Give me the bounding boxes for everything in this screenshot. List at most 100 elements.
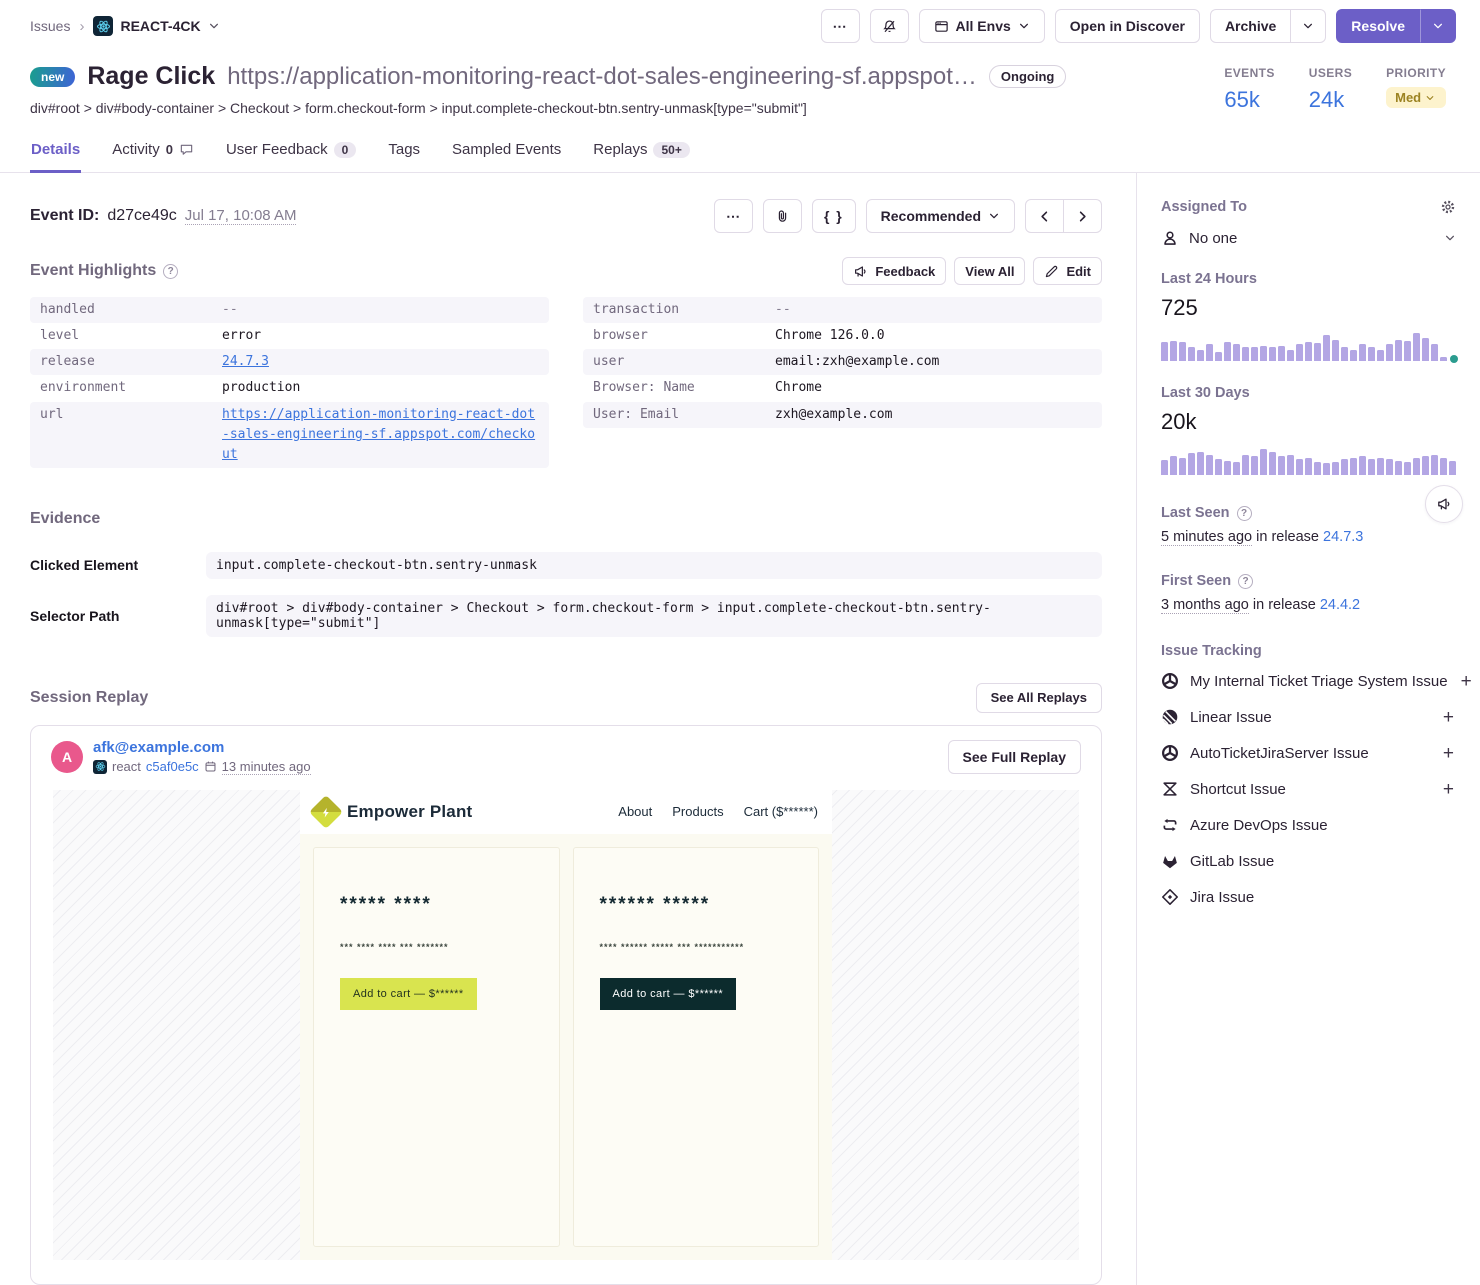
- chart-bar: [1350, 458, 1357, 475]
- open-in-discover-button[interactable]: Open in Discover: [1055, 9, 1200, 43]
- tracker-icon: [1161, 780, 1179, 798]
- chart-bar: [1161, 460, 1168, 475]
- add-to-cart-button: Add to cart — $******: [600, 978, 737, 1010]
- see-all-replays-button[interactable]: See All Replays: [976, 683, 1102, 713]
- chart-bar: [1404, 462, 1411, 475]
- tab-item[interactable]: Activity 0: [111, 132, 195, 173]
- issue-tracking-item[interactable]: Shortcut Issue +: [1161, 771, 1456, 807]
- event-sort-dropdown[interactable]: Recommended: [866, 199, 1015, 233]
- issue-tracking-item[interactable]: Jira Issue: [1161, 879, 1456, 915]
- event-attachments-button[interactable]: [763, 199, 802, 233]
- chart-bar: [1251, 456, 1258, 475]
- table-row: level error: [30, 323, 549, 349]
- event-json-button[interactable]: { }: [812, 199, 856, 233]
- window-icon: [934, 19, 949, 34]
- edit-highlights-button[interactable]: Edit: [1033, 257, 1102, 285]
- product-description: *** **** **** *** *******: [340, 942, 533, 952]
- assignee-value: No one: [1189, 230, 1434, 247]
- environment-filter-label: All Envs: [956, 18, 1011, 34]
- table-row: transaction --: [583, 297, 1102, 323]
- chart-bar: [1269, 347, 1276, 361]
- assignee-selector[interactable]: No one: [1161, 229, 1456, 247]
- help-icon[interactable]: ?: [163, 264, 178, 279]
- tracker-label: Jira Issue: [1190, 889, 1456, 906]
- chart-bar: [1197, 452, 1204, 475]
- event-timestamp[interactable]: Jul 17, 10:08 AM: [185, 207, 297, 225]
- archive-button[interactable]: Archive: [1210, 9, 1291, 43]
- first-seen-release-link[interactable]: 24.4.2: [1320, 597, 1360, 613]
- row-value: Chrome: [775, 378, 1092, 398]
- previous-event-button[interactable]: [1025, 199, 1064, 233]
- help-icon[interactable]: ?: [1238, 574, 1253, 589]
- stat-block: EVENTS 65k: [1224, 66, 1274, 116]
- chevron-down-icon: [1432, 20, 1444, 32]
- issue-tracking-item[interactable]: Azure DevOps Issue: [1161, 807, 1456, 843]
- evidence-row: Clicked Element input.complete-checkout-…: [30, 552, 1102, 579]
- person-icon: [1161, 229, 1179, 247]
- issue-tracking-item[interactable]: My Internal Ticket Triage System Issue +: [1161, 663, 1456, 699]
- add-issue-button[interactable]: +: [1441, 744, 1456, 763]
- project-name: REACT-4CK: [120, 18, 200, 34]
- environment-filter-button[interactable]: All Envs: [919, 9, 1045, 43]
- add-issue-button[interactable]: +: [1441, 708, 1456, 727]
- chart-bar: [1170, 341, 1177, 361]
- project-selector[interactable]: REACT-4CK: [93, 16, 219, 36]
- mute-button[interactable]: [870, 9, 909, 43]
- archive-dropdown-button[interactable]: [1291, 9, 1326, 43]
- tab-item[interactable]: User Feedback 0: [225, 132, 357, 173]
- breadcrumb-issues-link[interactable]: Issues: [30, 18, 70, 34]
- stat-value[interactable]: 65k: [1224, 87, 1274, 113]
- chart-bar: [1386, 459, 1393, 475]
- issue-stats: EVENTS 65k USERS 24k PRIORITY Med: [1224, 62, 1456, 116]
- priority-label: PRIORITY: [1386, 66, 1446, 80]
- next-event-button[interactable]: [1064, 199, 1102, 233]
- last-seen-ago[interactable]: 5 minutes ago: [1161, 529, 1252, 546]
- replay-preview[interactable]: Empower Plant AboutProductsCart ($******…: [53, 790, 1079, 1260]
- chart-bar: [1377, 350, 1384, 361]
- floating-feedback-button[interactable]: [1425, 485, 1463, 523]
- add-issue-button[interactable]: +: [1459, 672, 1474, 691]
- issue-tracking-item[interactable]: AutoTicketJiraServer Issue +: [1161, 735, 1456, 771]
- chart-bar: [1341, 347, 1348, 361]
- resolve-button[interactable]: Resolve: [1336, 9, 1420, 43]
- help-icon[interactable]: ?: [1237, 506, 1252, 521]
- chevron-down-icon: [208, 20, 220, 32]
- replay-time-ago[interactable]: 13 minutes ago: [222, 759, 311, 775]
- event-more-button[interactable]: ⋯: [714, 199, 753, 233]
- replay-id-link[interactable]: c5af0e5c: [146, 759, 199, 774]
- product-title: ***** ****: [340, 894, 533, 916]
- issue-tracking-item[interactable]: Linear Issue +: [1161, 699, 1456, 735]
- gear-icon[interactable]: [1440, 199, 1456, 215]
- tracker-icon: [1161, 816, 1179, 834]
- first-seen-ago[interactable]: 3 months ago: [1161, 597, 1249, 614]
- last-seen-release-link[interactable]: 24.7.3: [1323, 529, 1363, 545]
- chart-bar: [1431, 455, 1438, 475]
- replay-user-link[interactable]: afk@example.com: [93, 739, 311, 756]
- priority-badge[interactable]: Med: [1386, 87, 1446, 108]
- chart-bar: [1404, 341, 1411, 361]
- more-actions-button[interactable]: ⋯: [821, 9, 860, 43]
- issue-header-left: new Rage Click https://application-monit…: [30, 62, 1066, 116]
- stat-value[interactable]: 24k: [1309, 87, 1352, 113]
- issue-tracking-item[interactable]: GitLab Issue: [1161, 843, 1456, 879]
- add-issue-button[interactable]: +: [1441, 780, 1456, 799]
- see-full-replay-button[interactable]: See Full Replay: [948, 740, 1081, 774]
- chart-bar: [1296, 344, 1303, 361]
- tab-item[interactable]: Tags: [387, 132, 421, 173]
- tracker-icon: [1161, 852, 1179, 870]
- chart-bar: [1206, 455, 1213, 475]
- chart-bar: [1323, 463, 1330, 475]
- priority-value: Med: [1395, 90, 1421, 105]
- tab-item[interactable]: Replays 50+: [592, 132, 691, 173]
- highlights-table-left: handled -- level error release 24.7.3: [30, 297, 549, 468]
- tab-label: Activity: [112, 141, 160, 158]
- empower-plant-logo-icon: [309, 795, 343, 829]
- tab-item[interactable]: Details: [30, 132, 81, 173]
- feedback-button[interactable]: Feedback: [842, 257, 946, 285]
- tab-item[interactable]: Sampled Events: [451, 132, 562, 173]
- tab-count: 0: [166, 142, 173, 157]
- evidence-value: input.complete-checkout-btn.sentry-unmas…: [206, 552, 1102, 579]
- view-all-button[interactable]: View All: [954, 257, 1025, 285]
- resolve-dropdown-button[interactable]: [1420, 9, 1456, 43]
- highlights-table-right: transaction -- browser Chrome 126.0.0 us…: [583, 297, 1102, 428]
